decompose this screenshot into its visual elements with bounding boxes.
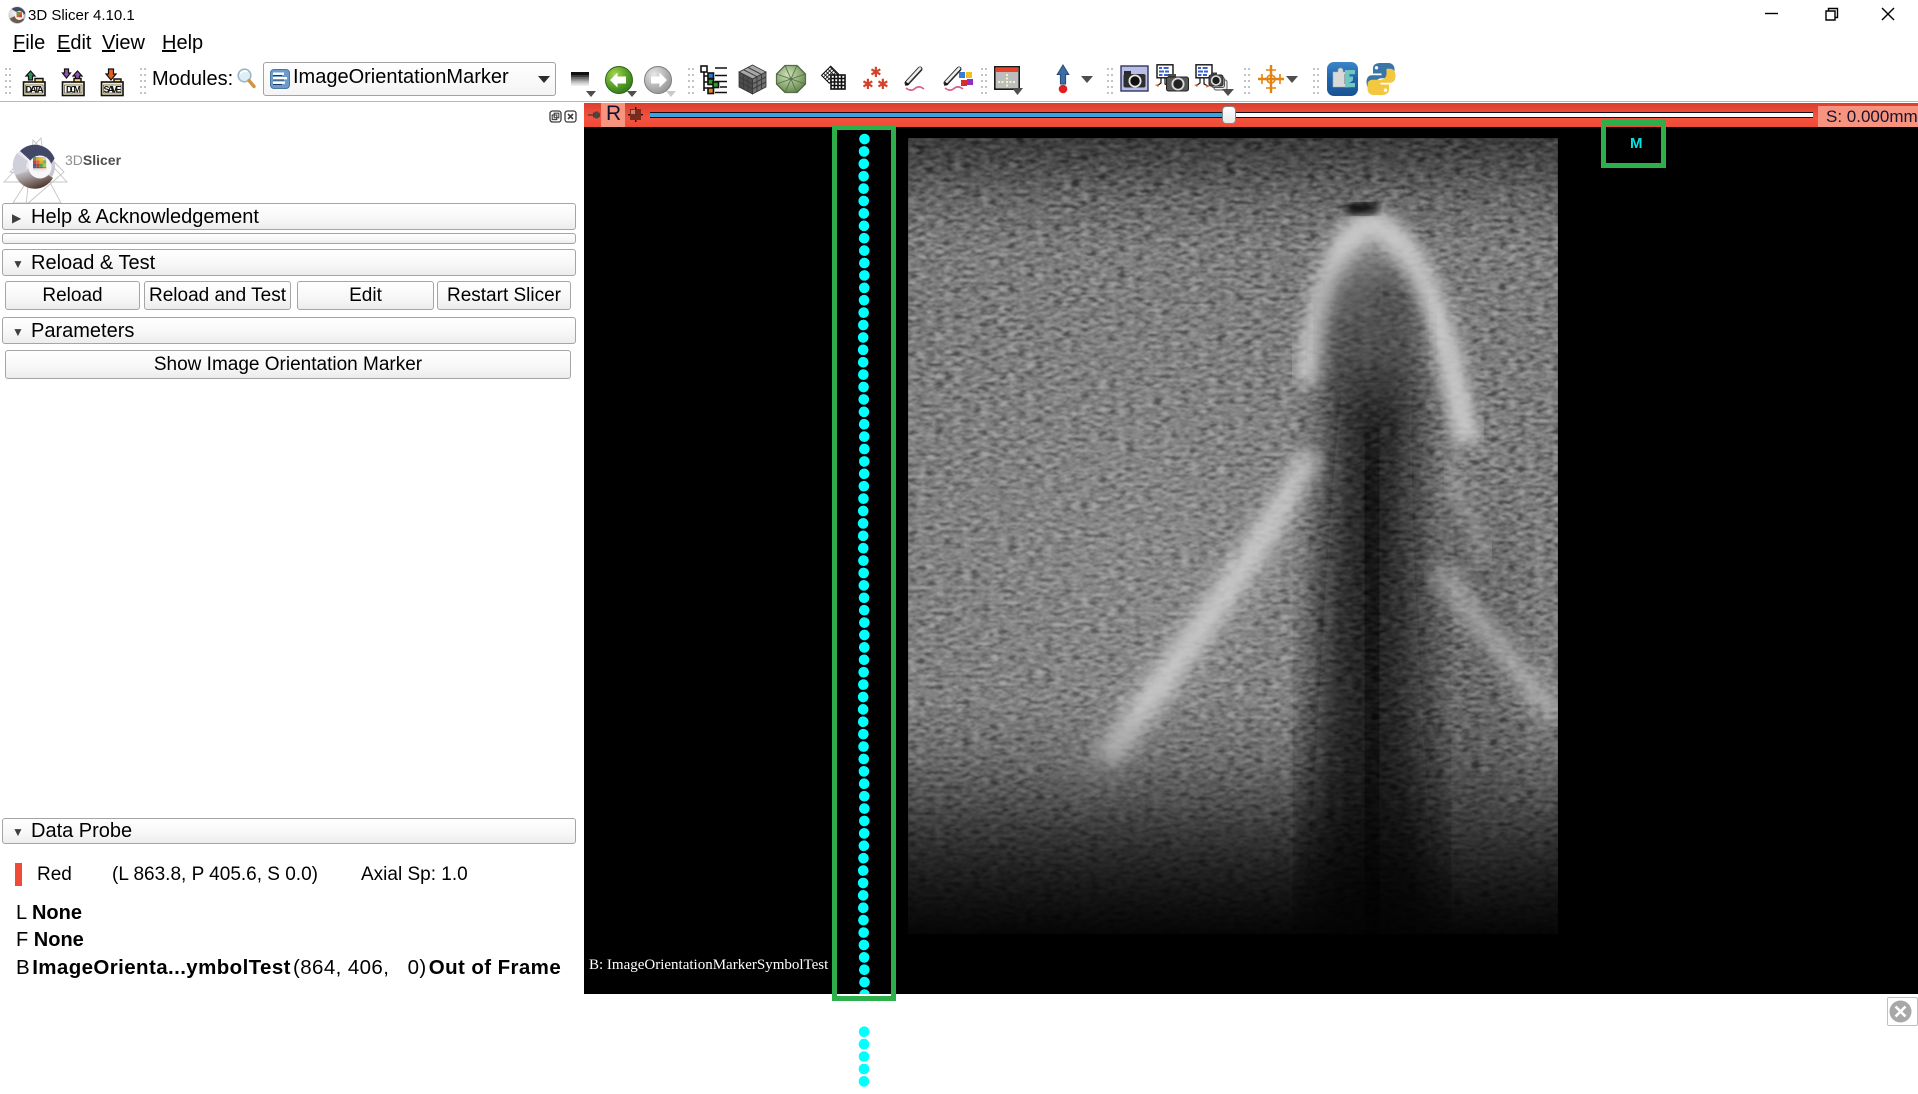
- svg-text:DCM: DCM: [66, 85, 81, 95]
- svg-text:DATA: DATA: [26, 85, 45, 95]
- svg-text:SAVE: SAVE: [104, 85, 122, 95]
- svg-text:✱: ✱: [877, 76, 889, 92]
- svg-text:✱: ✱: [862, 76, 874, 92]
